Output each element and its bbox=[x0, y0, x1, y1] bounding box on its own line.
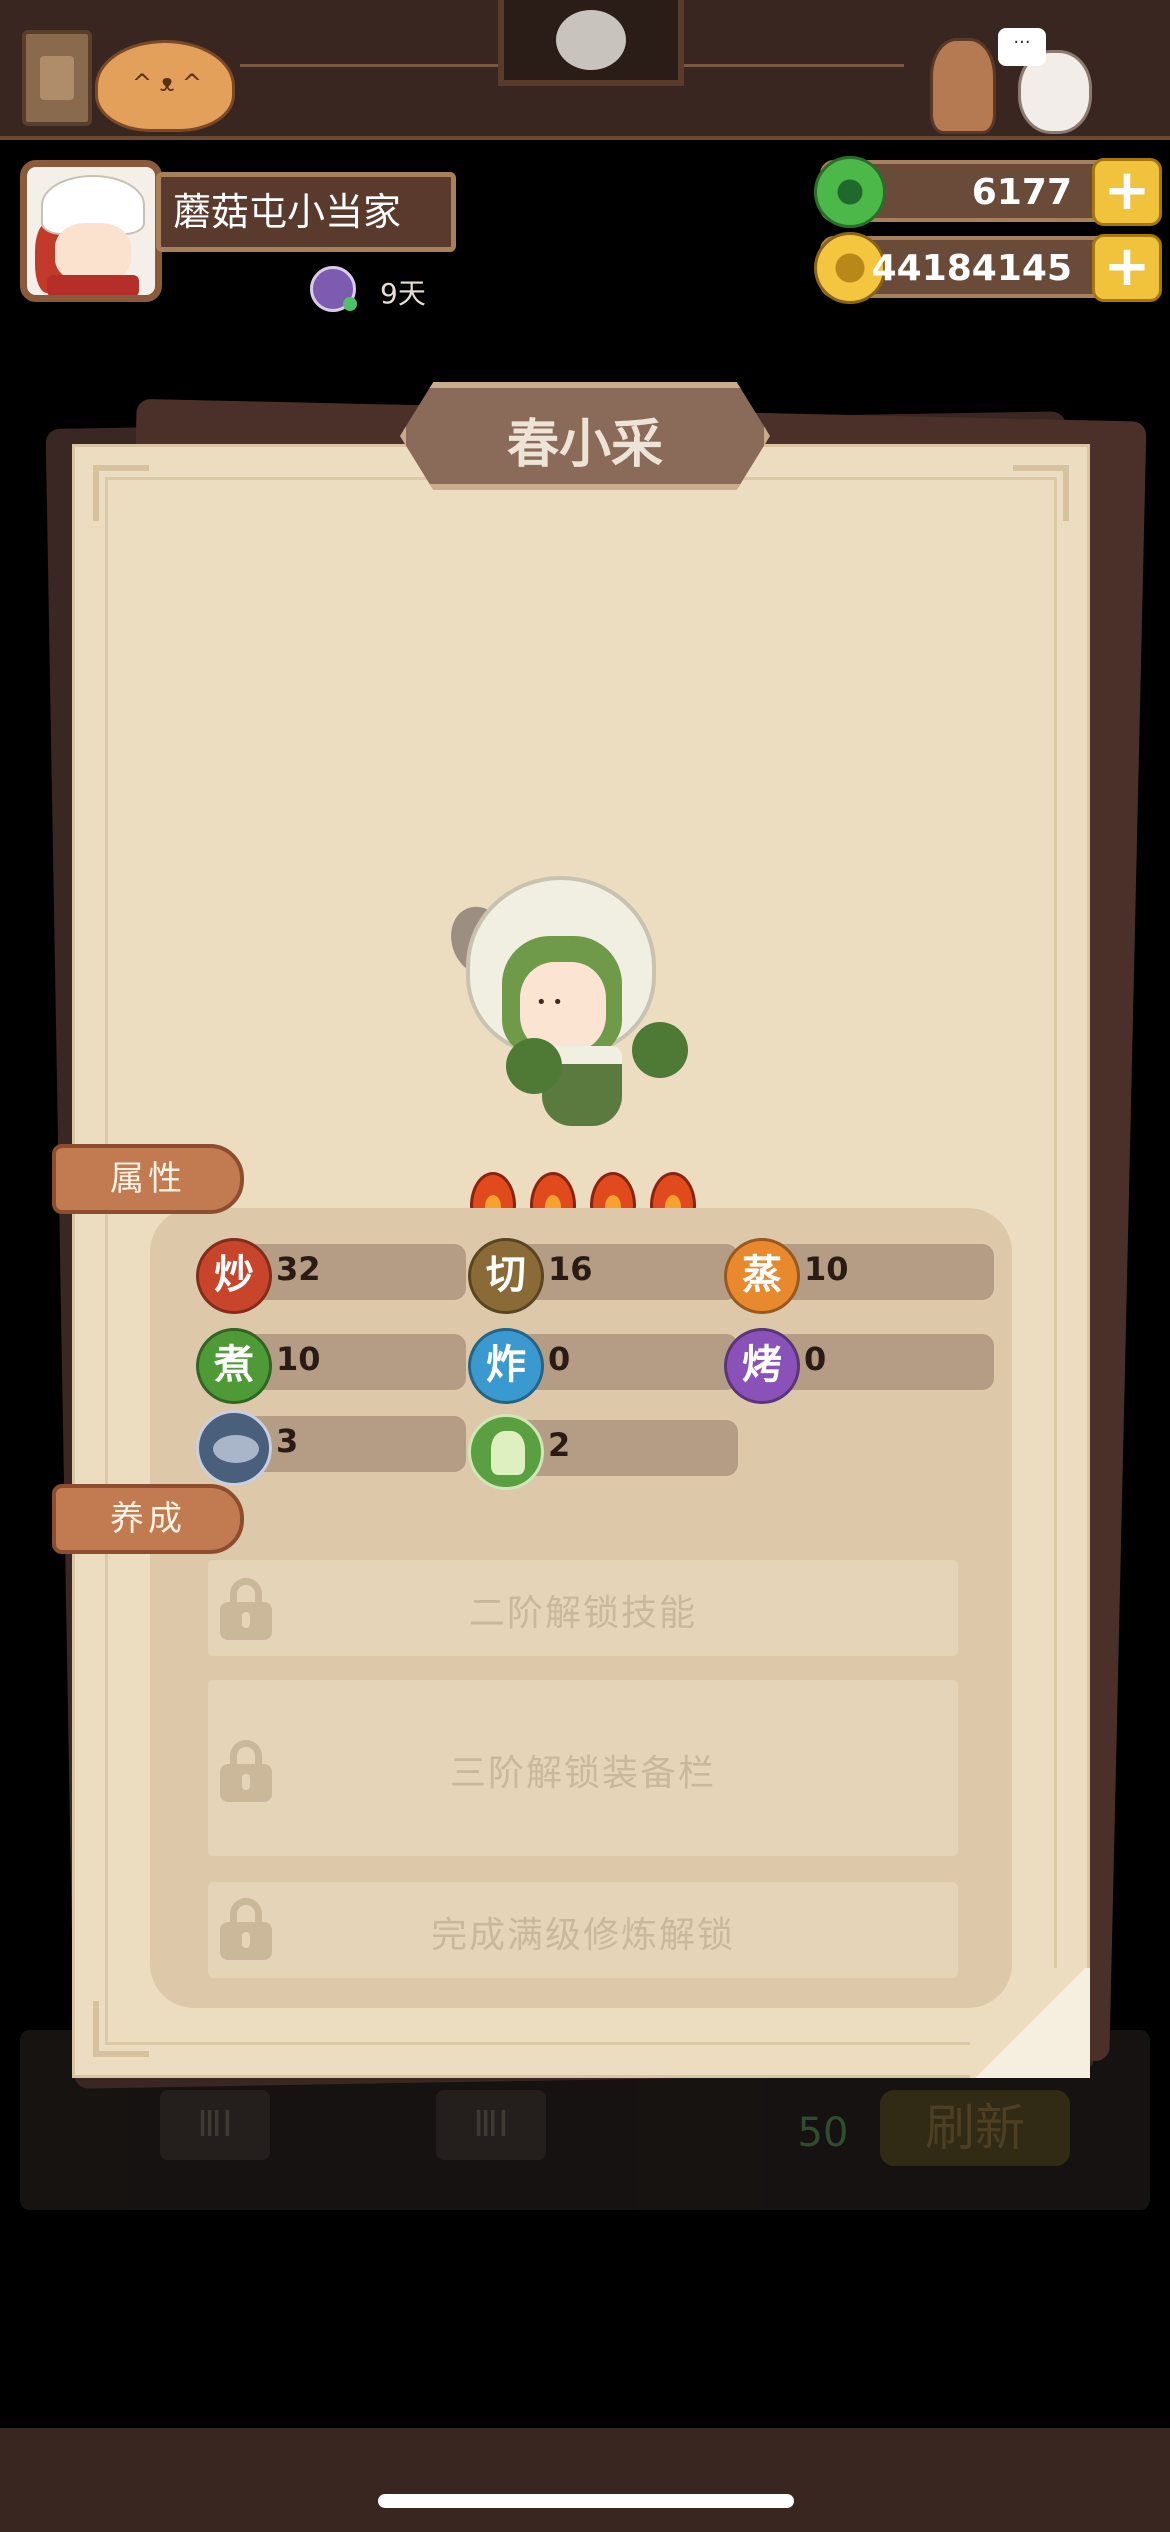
corner-ornament bbox=[93, 2001, 149, 2057]
scroll-decoration-icon[interactable] bbox=[22, 30, 92, 126]
locked-training-slot[interactable]: 完成满级修炼解锁 bbox=[208, 1882, 958, 1978]
locked-label: 三阶解锁装备栏 bbox=[449, 1753, 716, 1794]
rope-decoration bbox=[684, 64, 904, 67]
character-portrait[interactable] bbox=[441, 876, 692, 1136]
refresh-button: 刷新 bbox=[880, 2090, 1070, 2166]
characters-decoration[interactable]: ··· bbox=[900, 28, 1110, 136]
coin-currency: 44184145 + bbox=[814, 232, 1162, 304]
deep-fry-icon: 炸 bbox=[468, 1328, 544, 1404]
add-jade-button[interactable]: + bbox=[1092, 158, 1162, 226]
locked-label: 二阶解锁技能 bbox=[468, 1593, 697, 1634]
corner-ornament bbox=[1013, 465, 1069, 521]
tab-training[interactable]: 养成 bbox=[52, 1484, 244, 1554]
top-decoration-bar: ··· bbox=[0, 0, 1170, 140]
background-slot: ⅢⅠ bbox=[436, 2090, 546, 2160]
login-days-icon bbox=[310, 266, 357, 312]
jade-amount: 6177 bbox=[971, 172, 1072, 213]
player-avatar[interactable] bbox=[20, 160, 162, 302]
stat-value: 10 bbox=[804, 1250, 849, 1288]
bottom-bar bbox=[0, 2428, 1170, 2532]
fish-icon bbox=[196, 1410, 272, 1486]
background-slot: ⅢⅠ bbox=[160, 2090, 270, 2160]
login-days: 9天 bbox=[380, 277, 426, 310]
player-name[interactable]: 蘑菇屯小当家 bbox=[156, 172, 456, 252]
character-name: 春小采 bbox=[506, 415, 663, 475]
character-title-plate: 春小采 bbox=[400, 382, 770, 490]
stir-fry-icon: 炒 bbox=[196, 1238, 272, 1314]
stat-value: 10 bbox=[276, 1340, 321, 1378]
stat-value: 3 bbox=[276, 1422, 299, 1460]
locked-equipment-slot[interactable]: 三阶解锁装备栏 bbox=[208, 1680, 958, 1856]
coin-amount: 44184145 bbox=[871, 248, 1072, 289]
cabbage-icon bbox=[468, 1414, 544, 1490]
stat-value: 2 bbox=[548, 1426, 571, 1464]
tab-attributes[interactable]: 属性 bbox=[52, 1144, 244, 1214]
jade-currency: 6177 + bbox=[814, 156, 1162, 228]
rope-decoration bbox=[240, 64, 500, 67]
locked-label: 完成满级修炼解锁 bbox=[430, 1915, 735, 1956]
portrait-frame-decoration[interactable] bbox=[498, 0, 684, 86]
boil-icon: 煮 bbox=[196, 1328, 272, 1404]
steam-icon: 蒸 bbox=[724, 1238, 800, 1314]
add-coins-button[interactable]: + bbox=[1092, 234, 1162, 302]
corner-ornament bbox=[93, 465, 149, 521]
stat-value: 16 bbox=[548, 1250, 593, 1288]
stat-value: 0 bbox=[548, 1340, 571, 1378]
stat-value: 32 bbox=[276, 1250, 321, 1288]
home-indicator[interactable] bbox=[378, 2494, 794, 2508]
cut-icon: 切 bbox=[468, 1238, 544, 1314]
locked-skill-slot[interactable]: 二阶解锁技能 bbox=[208, 1560, 958, 1656]
roast-icon: 烤 bbox=[724, 1328, 800, 1404]
cat-decoration-icon[interactable] bbox=[95, 40, 235, 132]
stat-value: 0 bbox=[804, 1340, 827, 1378]
speech-bubble-icon: ··· bbox=[998, 28, 1046, 66]
jade-icon bbox=[814, 156, 886, 228]
chef-npc-icon bbox=[930, 38, 996, 134]
